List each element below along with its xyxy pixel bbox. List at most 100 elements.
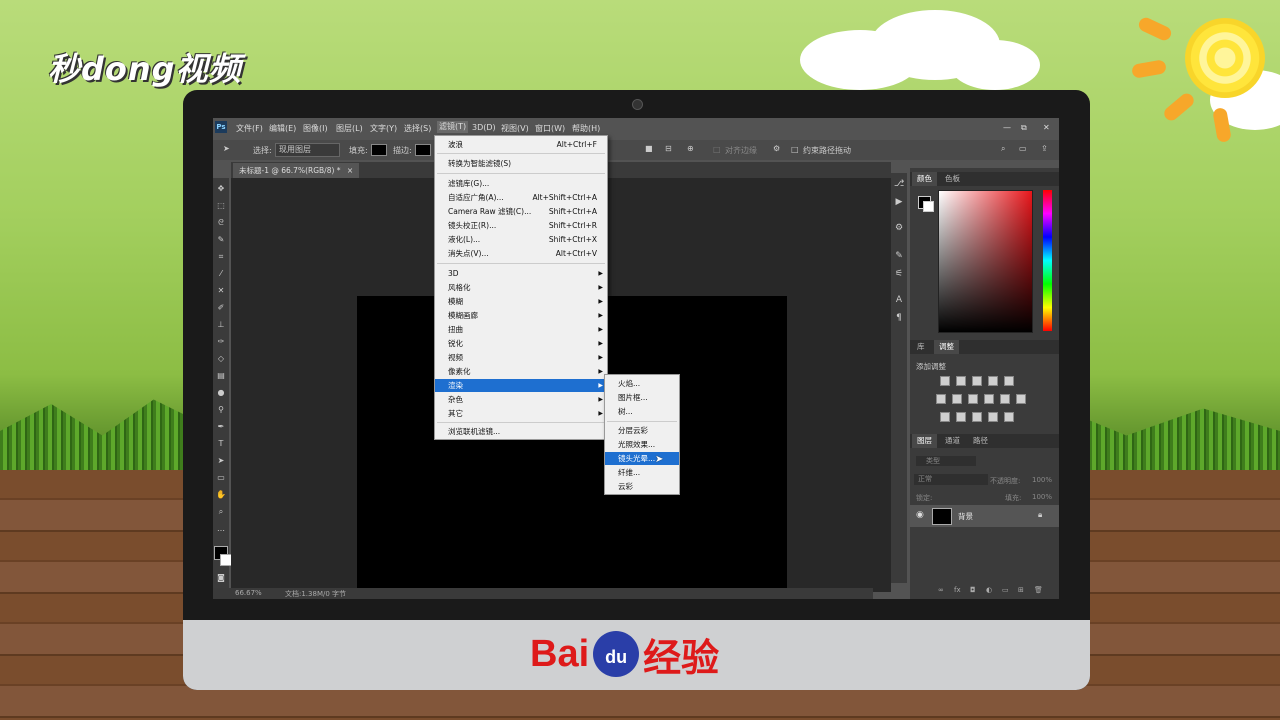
adjustment-layer-icon[interactable]: ◐: [986, 586, 992, 594]
threshold-icon[interactable]: [972, 412, 982, 422]
submenu-item-lens-flare[interactable]: 镜头光晕...: [605, 452, 679, 465]
photoshop-app-icon[interactable]: Ps: [215, 121, 227, 133]
brightness-icon[interactable]: [940, 376, 950, 386]
menu-item-render[interactable]: 渲染 ▶: [435, 379, 607, 392]
menu-item-last-filter[interactable]: 波浪 Alt+Ctrl+F: [435, 138, 607, 151]
brush-tool-icon[interactable]: ✐: [216, 303, 226, 313]
invert-icon[interactable]: [940, 412, 950, 422]
constrain-path-checkbox[interactable]: □: [791, 145, 799, 154]
curves-icon[interactable]: [972, 376, 982, 386]
gear-icon[interactable]: ⚙: [773, 144, 780, 153]
submenu-item-difference-clouds[interactable]: 分层云彩: [605, 424, 679, 437]
menu-item-liquify[interactable]: 液化(L)... Shift+Ctrl+X: [435, 233, 607, 246]
tab-layers[interactable]: 图层: [912, 434, 937, 448]
eye-icon[interactable]: ◉: [916, 510, 924, 520]
color-balance-icon[interactable]: [952, 394, 962, 404]
hue-saturation-icon[interactable]: [936, 394, 946, 404]
brush-settings-icon[interactable]: ✎: [894, 251, 904, 261]
menu-item-lens-correction[interactable]: 镜头校正(R)... Shift+Ctrl+R: [435, 219, 607, 232]
stroke-swatch[interactable]: [415, 144, 431, 156]
tab-color[interactable]: 颜色: [912, 172, 937, 186]
marquee-tool-icon[interactable]: ⬚: [216, 201, 226, 211]
vibrance-icon[interactable]: [1004, 376, 1014, 386]
paragraph-icon[interactable]: ¶: [894, 313, 904, 323]
menu-view[interactable]: 视图(V): [501, 123, 529, 134]
exposure-icon[interactable]: [988, 376, 998, 386]
color-lookup-icon[interactable]: [1016, 394, 1026, 404]
channel-mixer-icon[interactable]: [1000, 394, 1010, 404]
more-tools-icon[interactable]: …: [216, 524, 226, 534]
new-layer-icon[interactable]: ⊞: [1018, 586, 1024, 594]
posterize-icon[interactable]: [956, 412, 966, 422]
submenu-item-clouds[interactable]: 云彩: [605, 480, 679, 493]
pen-tool-icon[interactable]: ✒: [216, 422, 226, 432]
menu-item-stylize[interactable]: 风格化 ▶: [435, 281, 607, 294]
tab-paths[interactable]: 路径: [968, 434, 993, 448]
menu-select[interactable]: 选择(S): [404, 123, 431, 134]
close-window-button[interactable]: ✕: [1043, 123, 1050, 132]
photo-filter-icon[interactable]: [984, 394, 994, 404]
fill-swatch[interactable]: [371, 144, 387, 156]
quick-mask-icon[interactable]: ◙: [216, 573, 226, 583]
layer-link-icon[interactable]: ∞: [938, 586, 944, 594]
menu-item-filter-gallery[interactable]: 滤镜库(G)...: [435, 177, 607, 190]
menu-item-blur[interactable]: 模糊 ▶: [435, 295, 607, 308]
select-dropdown[interactable]: 现用图层: [275, 143, 340, 157]
zoom-tool-icon[interactable]: ⌕: [216, 507, 226, 517]
move-tool-icon[interactable]: ➤: [223, 144, 230, 153]
submenu-item-picture-frame[interactable]: 图片框...: [605, 391, 679, 404]
menu-image[interactable]: 图像(I): [303, 123, 328, 134]
menu-item-camera-raw[interactable]: Camera Raw 滤镜(C)... Shift+Ctrl+A: [435, 205, 607, 218]
submenu-item-flame[interactable]: 火焰...: [605, 377, 679, 390]
menu-help[interactable]: 帮助(H): [572, 123, 600, 134]
layer-style-icon[interactable]: fx: [954, 586, 961, 594]
menu-item-browse-online-filters[interactable]: 浏览联机滤镜...: [435, 425, 607, 438]
lasso-tool-icon[interactable]: ᘓ: [216, 218, 226, 228]
menu-type[interactable]: 文字(Y): [370, 123, 397, 134]
selective-color-icon[interactable]: [988, 412, 998, 422]
menu-filter[interactable]: 滤镜(T): [437, 121, 469, 133]
menu-window[interactable]: 窗口(W): [535, 123, 565, 134]
blur-tool-icon[interactable]: ●: [216, 388, 226, 398]
tab-libraries[interactable]: 库: [912, 340, 930, 354]
document-tab[interactable]: 未标题-1 @ 66.7%(RGB/8) * ×: [233, 163, 360, 178]
path-alignment-icon[interactable]: ⊟: [665, 144, 672, 153]
align-edges-checkbox[interactable]: □: [713, 145, 721, 154]
menu-item-video[interactable]: 视频 ▶: [435, 351, 607, 364]
path-operations-icon[interactable]: ■: [645, 144, 653, 153]
minimize-button[interactable]: —: [1003, 123, 1011, 132]
opacity-value[interactable]: 100%: [1032, 476, 1052, 484]
menu-item-adaptive-wide-angle[interactable]: 自适应广角(A)... Alt+Shift+Ctrl+A: [435, 191, 607, 204]
path-arrangement-icon[interactable]: ⊕: [687, 144, 694, 153]
menu-item-blur-gallery[interactable]: 模糊画廊 ▶: [435, 309, 607, 322]
layer-name[interactable]: 背景: [958, 511, 973, 522]
menu-item-pixelate[interactable]: 像素化 ▶: [435, 365, 607, 378]
close-tab-icon[interactable]: ×: [347, 166, 353, 175]
menu-item-3d[interactable]: 3D ▶: [435, 267, 607, 280]
menu-file[interactable]: 文件(F): [236, 123, 263, 134]
quick-select-tool-icon[interactable]: ✎: [216, 235, 226, 245]
menu-edit[interactable]: 编辑(E): [269, 123, 296, 134]
character-icon[interactable]: A: [894, 295, 904, 305]
menu-item-distort[interactable]: 扭曲 ▶: [435, 323, 607, 336]
crop-tool-icon[interactable]: ⌗: [216, 252, 226, 262]
color-picker-field[interactable]: [938, 190, 1033, 333]
document-info[interactable]: 文档:1.38M/0 字节: [285, 589, 346, 599]
menu-item-sharpen[interactable]: 锐化 ▶: [435, 337, 607, 350]
submenu-item-tree[interactable]: 树...: [605, 405, 679, 418]
levels-icon[interactable]: [956, 376, 966, 386]
fill-value[interactable]: 100%: [1032, 493, 1052, 501]
dodge-tool-icon[interactable]: ⚲: [216, 405, 226, 415]
gradient-map-icon[interactable]: [1004, 412, 1014, 422]
menu-item-convert-smart-filter[interactable]: 转换为智能滤镜(S): [435, 157, 607, 170]
menu-item-other[interactable]: 其它 ▶: [435, 407, 607, 420]
eyedropper-tool-icon[interactable]: ⁄: [216, 269, 226, 279]
gradient-tool-icon[interactable]: ▤: [216, 371, 226, 381]
tab-adjustments[interactable]: 调整: [934, 340, 959, 354]
type-tool-icon[interactable]: T: [216, 439, 226, 449]
shape-tool-icon[interactable]: ▭: [216, 473, 226, 483]
layer-filter-input[interactable]: 类型: [916, 456, 976, 466]
submenu-item-lighting-effects[interactable]: 光照效果...: [605, 438, 679, 451]
menu-item-noise[interactable]: 杂色 ▶: [435, 393, 607, 406]
trash-icon[interactable]: 🗑︎: [1034, 586, 1043, 594]
